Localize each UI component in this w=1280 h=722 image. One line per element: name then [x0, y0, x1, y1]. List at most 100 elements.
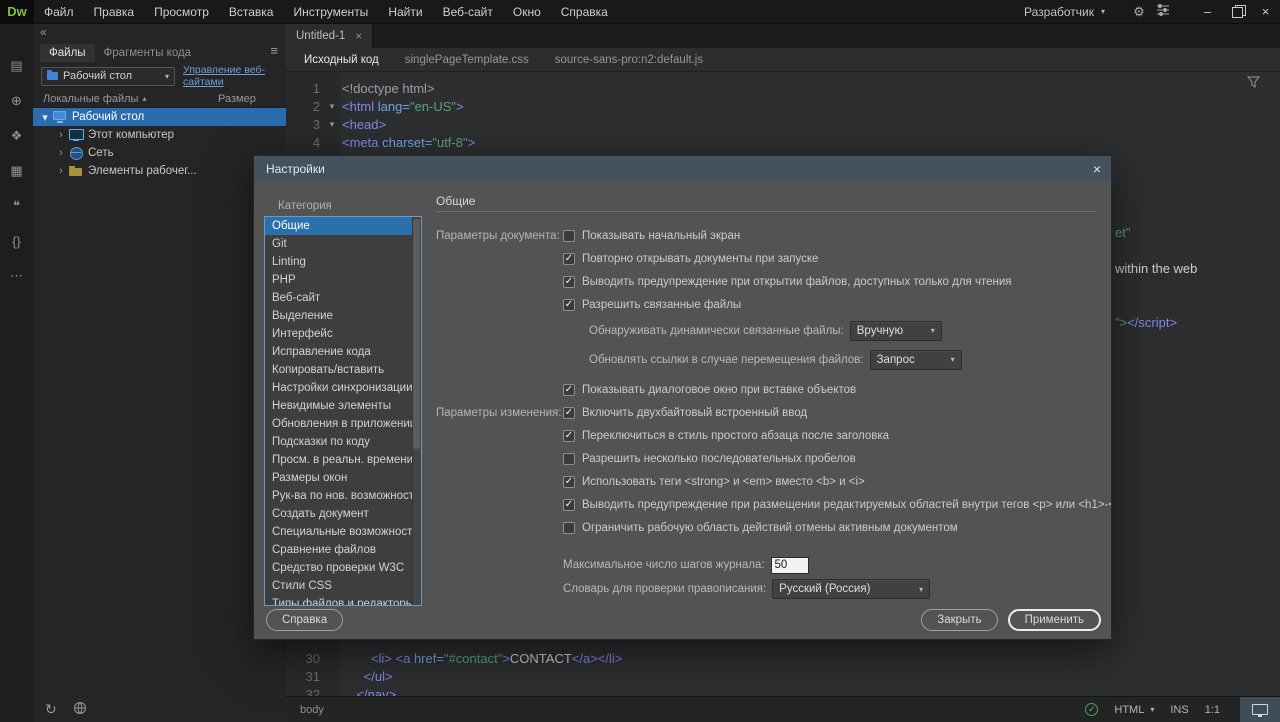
- lint-status-icon[interactable]: ✓: [1085, 703, 1098, 716]
- tree-item[interactable]: ▾Рабочий стол: [33, 108, 286, 126]
- menubar-item[interactable]: Веб-сайт: [433, 0, 503, 24]
- category-item[interactable]: Копировать/вставить: [265, 361, 421, 379]
- more-panels-icon[interactable]: ⋯: [0, 266, 33, 286]
- fold-arrow-icon[interactable]: ▼: [324, 98, 340, 116]
- category-item[interactable]: Выделение: [265, 307, 421, 325]
- related-file[interactable]: source-sans-pro:n2:default.js: [555, 54, 703, 66]
- workspace-switcher[interactable]: Разработчик ▾: [1024, 5, 1105, 19]
- document-tab[interactable]: Untitled-1 ×: [286, 24, 373, 48]
- dialog-close-icon[interactable]: ×: [1083, 161, 1111, 177]
- minimize-button[interactable]: –: [1193, 0, 1222, 24]
- help-button[interactable]: Справка: [266, 609, 343, 631]
- doc-type-dropdown[interactable]: HTML ▾: [1114, 704, 1154, 716]
- manage-sites-link[interactable]: Управление веб-сайтами: [183, 64, 265, 88]
- category-item[interactable]: Исправление кода: [265, 343, 421, 361]
- preview-devices-button[interactable]: [1240, 697, 1280, 722]
- related-file[interactable]: singlePageTemplate.css: [405, 54, 529, 66]
- category-item[interactable]: Размеры окон: [265, 469, 421, 487]
- menubar-item[interactable]: Просмотр: [144, 0, 219, 24]
- tree-caret-icon[interactable]: ›: [55, 147, 67, 159]
- tree-caret-icon[interactable]: ›: [55, 129, 67, 141]
- tree-item[interactable]: ›Сеть: [33, 144, 286, 162]
- dropdown[interactable]: Вручную▾: [850, 321, 942, 341]
- column-size[interactable]: Размер: [218, 93, 256, 105]
- related-file[interactable]: Исходный код: [304, 54, 379, 66]
- history-steps-input[interactable]: [771, 557, 809, 574]
- restore-button[interactable]: [1222, 0, 1251, 24]
- checkbox[interactable]: ✓: [563, 253, 575, 265]
- fold-arrow-icon[interactable]: ▼: [324, 116, 340, 134]
- checkbox[interactable]: ✓: [563, 499, 575, 511]
- checkbox[interactable]: ✓: [563, 276, 575, 288]
- category-item[interactable]: PHP: [265, 271, 421, 289]
- menubar-item[interactable]: Справка: [551, 0, 618, 24]
- dropdown-value: Русский (Россия): [779, 583, 870, 595]
- category-item[interactable]: Невидимые элементы: [265, 397, 421, 415]
- column-local-files[interactable]: Локальные файлы: [43, 93, 138, 105]
- category-item[interactable]: Средство проверки W3C: [265, 559, 421, 577]
- connect-server-icon[interactable]: [73, 701, 87, 718]
- close-button[interactable]: ×: [1251, 0, 1280, 24]
- panel-tab-files[interactable]: Файлы: [40, 44, 95, 62]
- close-dialog-button[interactable]: Закрыть: [921, 609, 997, 631]
- checkbox[interactable]: ✓: [563, 299, 575, 311]
- menubar-item[interactable]: Файл: [34, 0, 84, 24]
- category-item[interactable]: Специальные возможности: [265, 523, 421, 541]
- checkbox-label: Включить двухбайтовый встроенный ввод: [582, 407, 807, 419]
- checkbox[interactable]: ✓: [563, 407, 575, 419]
- panel-tab-snippets[interactable]: Фрагменты кода: [95, 44, 201, 62]
- tree-item[interactable]: ›Элементы рабочег...: [33, 162, 286, 180]
- panel-menu-icon[interactable]: ≡: [270, 43, 278, 58]
- dropdown[interactable]: Русский (Россия)▾: [772, 579, 930, 599]
- menubar-item[interactable]: Вставка: [219, 0, 284, 24]
- checkbox[interactable]: ✓: [563, 476, 575, 488]
- menubar-item[interactable]: Окно: [503, 0, 551, 24]
- category-item[interactable]: Сравнение файлов: [265, 541, 421, 559]
- row-content: ✓ Включить двухбайтовый встроенный ввод: [563, 407, 807, 419]
- snippets-icon[interactable]: {}: [0, 231, 33, 251]
- menubar-item[interactable]: Найти: [378, 0, 432, 24]
- category-item[interactable]: Настройки синхронизации: [265, 379, 421, 397]
- checkbox-label: Повторно открывать документы при запуске: [582, 253, 818, 265]
- refresh-icon[interactable]: ↻: [45, 701, 57, 718]
- css-designer-icon[interactable]: ❖: [0, 126, 33, 146]
- category-item[interactable]: Веб-сайт: [265, 289, 421, 307]
- category-item[interactable]: Linting: [265, 253, 421, 271]
- checkbox[interactable]: [563, 522, 575, 534]
- category-item[interactable]: Git: [265, 235, 421, 253]
- category-item[interactable]: Создать документ: [265, 505, 421, 523]
- comments-icon[interactable]: ❝: [0, 196, 33, 216]
- computer-icon: [69, 129, 83, 141]
- category-item[interactable]: Рук-ва по нов. возможностям: [265, 487, 421, 505]
- insert-panel-icon[interactable]: ⊕: [0, 91, 33, 111]
- collapse-panels-icon[interactable]: «: [40, 25, 47, 39]
- category-item[interactable]: Стили CSS: [265, 577, 421, 595]
- category-item[interactable]: Типы файлов и редакторы: [265, 595, 421, 606]
- category-item[interactable]: Подсказки по коду: [265, 433, 421, 451]
- dropdown[interactable]: Запрос▾: [870, 350, 962, 370]
- tree-item[interactable]: ›Этот компьютер: [33, 126, 286, 144]
- category-item[interactable]: Обновления в приложении: [265, 415, 421, 433]
- menubar-item[interactable]: Инструменты: [283, 0, 378, 24]
- open-documents-icon[interactable]: ▤: [0, 56, 33, 76]
- sliders-icon[interactable]: [1151, 4, 1175, 19]
- menubar-item[interactable]: Правка: [84, 0, 145, 24]
- tag-selector[interactable]: body: [286, 704, 324, 716]
- gear-icon[interactable]: ⚙: [1127, 4, 1151, 20]
- tree-caret-icon[interactable]: ›: [55, 165, 67, 177]
- tree-caret-icon[interactable]: ▾: [39, 111, 51, 124]
- dialog-titlebar[interactable]: Настройки ×: [254, 156, 1111, 182]
- checkbox[interactable]: [563, 230, 575, 242]
- scrollbar-track[interactable]: [412, 217, 421, 605]
- tab-close-icon[interactable]: ×: [355, 29, 362, 43]
- files-panel-icon[interactable]: ▦: [0, 161, 33, 181]
- category-item[interactable]: Интерфейс: [265, 325, 421, 343]
- apply-button[interactable]: Применить: [1008, 609, 1101, 631]
- checkbox[interactable]: [563, 453, 575, 465]
- checkbox[interactable]: ✓: [563, 384, 575, 396]
- site-selector[interactable]: Рабочий стол ▾: [41, 67, 175, 86]
- checkbox[interactable]: ✓: [563, 430, 575, 442]
- category-item[interactable]: Общие: [265, 217, 421, 235]
- category-item[interactable]: Просм. в реальн. времени: [265, 451, 421, 469]
- scrollbar-thumb[interactable]: [413, 219, 420, 449]
